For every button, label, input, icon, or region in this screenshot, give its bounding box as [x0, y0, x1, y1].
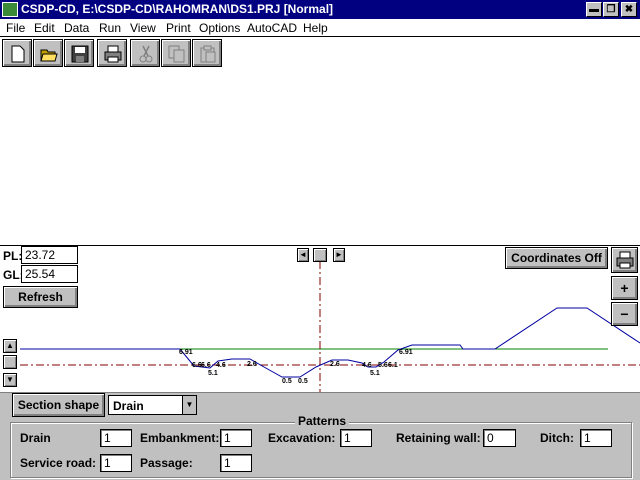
- profile-label: 6.91: [179, 349, 193, 356]
- menu-autocad[interactable]: AutoCAD: [247, 21, 297, 35]
- profile-label: 6.1: [388, 362, 398, 369]
- scroll-vertical-thumb[interactable]: [3, 355, 17, 369]
- toolbar: [0, 38, 640, 70]
- coordinates-toggle-button[interactable]: Coordinates Off: [505, 247, 608, 269]
- scroll-left-button[interactable]: ◄: [297, 248, 309, 262]
- service-road-field[interactable]: 1: [100, 454, 132, 472]
- print-section-button[interactable]: [611, 247, 638, 273]
- menu-data[interactable]: Data: [64, 21, 89, 35]
- ditch-label: Ditch:: [540, 431, 574, 445]
- pl-label: PL:: [3, 249, 23, 263]
- copy-icon: [168, 45, 185, 63]
- embankment-field[interactable]: 1: [220, 429, 252, 447]
- profile-label: 0.5: [298, 378, 308, 385]
- patterns-title: Patterns: [295, 414, 350, 428]
- profile-label: 4.6: [216, 362, 226, 369]
- excavation-field[interactable]: 1: [340, 429, 372, 447]
- paste-button[interactable]: [192, 39, 222, 67]
- chevron-down-icon[interactable]: ▼: [182, 396, 196, 414]
- new-file-icon: [11, 45, 25, 63]
- profile-label: 5.1: [208, 370, 218, 377]
- passage-label: Passage:: [140, 456, 193, 470]
- save-button[interactable]: [64, 39, 94, 67]
- profile-label: 4.6: [362, 362, 372, 369]
- drain-field[interactable]: 1: [100, 429, 132, 447]
- drain-label: Drain: [20, 431, 51, 445]
- profile-label: 5.1: [370, 370, 380, 377]
- profile-label: 6.6: [201, 362, 211, 369]
- open-button[interactable]: [33, 39, 63, 67]
- close-button[interactable]: ✖: [621, 2, 637, 17]
- zoom-out-button[interactable]: −: [611, 302, 638, 326]
- copy-button[interactable]: [161, 39, 191, 67]
- patterns-groupbox: Patterns Drain 1 Embankment: 1 Excavatio…: [10, 414, 632, 478]
- paste-icon: [200, 45, 216, 63]
- passage-field[interactable]: 1: [220, 454, 252, 472]
- profile-label: 2.6: [247, 361, 257, 368]
- section-shape-button[interactable]: Section shape: [12, 393, 105, 417]
- app-icon[interactable]: [2, 2, 18, 17]
- section-shape-selected: Drain: [113, 399, 144, 413]
- save-disk-icon: [71, 45, 89, 63]
- scroll-up-button[interactable]: ▲: [3, 339, 17, 353]
- excavation-label: Excavation:: [268, 431, 336, 445]
- retaining-wall-field[interactable]: 0: [483, 429, 516, 447]
- ditch-field[interactable]: 1: [580, 429, 612, 447]
- menu-help[interactable]: Help: [303, 21, 328, 35]
- zoom-in-button[interactable]: +: [611, 276, 638, 300]
- profile-label: 6.91: [399, 349, 413, 356]
- gl-value-field[interactable]: 25.54: [21, 265, 78, 283]
- print-icon: [616, 251, 634, 269]
- menu-options[interactable]: Options: [199, 21, 240, 35]
- minimize-button[interactable]: ▬: [586, 2, 602, 17]
- cut-scissors-icon: [139, 45, 153, 63]
- print-button[interactable]: [97, 39, 127, 67]
- profile-label: 0.5: [282, 378, 292, 385]
- new-file-button[interactable]: [2, 39, 32, 67]
- refresh-button[interactable]: Refresh: [3, 286, 78, 308]
- profile-label: 5.6: [378, 362, 388, 369]
- scroll-thumb[interactable]: [313, 248, 327, 262]
- menu-print[interactable]: Print: [166, 21, 191, 35]
- restore-button[interactable]: ❐: [603, 2, 619, 17]
- retaining-wall-label: Retaining wall:: [396, 431, 481, 445]
- embankment-label: Embankment:: [140, 431, 220, 445]
- menu-file[interactable]: File: [6, 21, 25, 35]
- title-bar: CSDP-CD, E:\CSDP-CD\RAHOMRAN\DS1.PRJ [No…: [0, 0, 640, 19]
- print-icon: [104, 45, 122, 63]
- scroll-right-button[interactable]: ►: [333, 248, 345, 262]
- menu-bar: File Edit Data Run View Print Options Au…: [0, 19, 640, 37]
- pl-value-field[interactable]: 23.72: [21, 246, 78, 264]
- menu-view[interactable]: View: [130, 21, 156, 35]
- profile-label: 2.6: [330, 361, 340, 368]
- menu-run[interactable]: Run: [99, 21, 121, 35]
- bottom-panel: Section shape Drain ▼ Patterns Drain 1 E…: [0, 392, 640, 480]
- section-view[interactable]: 6.91 6.6 6.6 4.6 5.1 2.6 0.5 0.5 2.6 4.6…: [0, 245, 640, 392]
- open-folder-icon: [40, 49, 58, 62]
- window-title: CSDP-CD, E:\CSDP-CD\RAHOMRAN\DS1.PRJ [No…: [21, 2, 334, 16]
- section-shape-select[interactable]: Drain ▼: [108, 395, 197, 415]
- menu-edit[interactable]: Edit: [34, 21, 55, 35]
- service-road-label: Service road:: [20, 456, 97, 470]
- cut-button[interactable]: [130, 39, 160, 67]
- scroll-down-button[interactable]: ▼: [3, 373, 17, 387]
